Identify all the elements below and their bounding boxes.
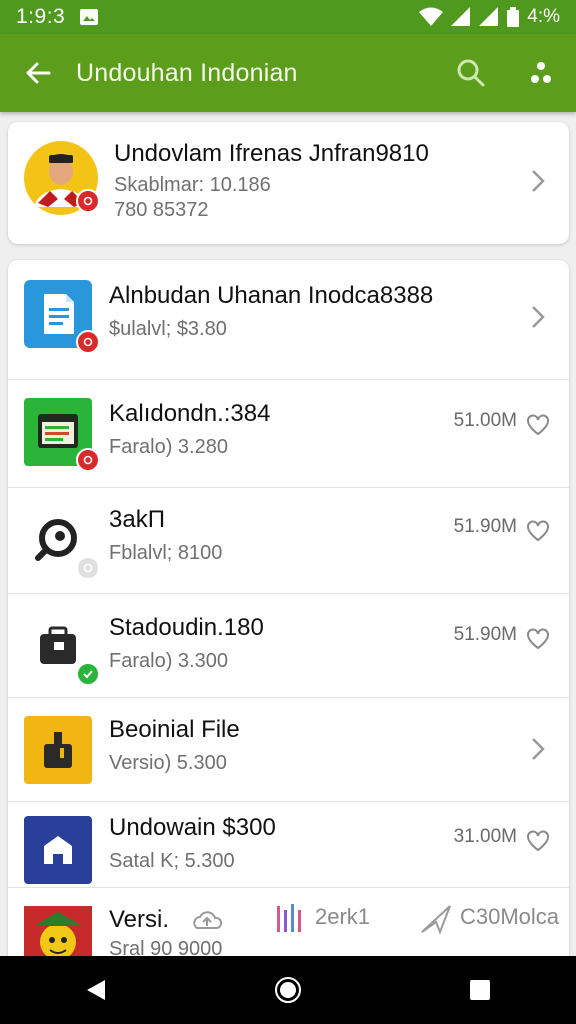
favorite-heart-icon[interactable] [525, 626, 551, 652]
item-subtitle: Faralo) 3.280 [109, 436, 228, 458]
character-app-icon [24, 906, 92, 960]
favorite-heart-icon[interactable] [525, 828, 551, 854]
list-item[interactable]: Alnbudan Uhanan Inodca8388 $ulalvl; $3.8… [8, 260, 569, 380]
nav-recents-button[interactable] [440, 956, 520, 1024]
back-button[interactable] [0, 34, 76, 112]
more-icon [531, 62, 551, 83]
bars-icon[interactable] [274, 902, 308, 936]
favorite-heart-icon[interactable] [525, 518, 551, 544]
item-title: Alnbudan Uhanan Inodca8388 [109, 282, 434, 309]
list-item[interactable]: Beoinial File Versio) 5.300 [8, 698, 569, 802]
more-options-button[interactable] [506, 34, 576, 112]
signal-icon [451, 7, 471, 27]
file-lock-app-icon [24, 716, 92, 784]
item-subtitle: Faralo) 3.300 [109, 650, 228, 672]
status-badge [76, 189, 100, 213]
item-title: Beoinial File [109, 716, 240, 743]
favorite-heart-icon[interactable] [525, 412, 551, 438]
item-size: 51.90M [453, 516, 517, 537]
system-nav-bar [0, 956, 576, 1024]
nav-back-button[interactable] [56, 956, 136, 1024]
triangle-back-icon [87, 980, 105, 1000]
item-size: 51.90M [453, 624, 517, 645]
battery-icon [507, 7, 520, 27]
item-subtitle: Satal K; 5.300 [109, 850, 235, 872]
home-app-icon [24, 816, 92, 884]
profile-title: Undovlam Ifrenas Jnfran9810 [114, 140, 429, 167]
nav-home-button[interactable] [248, 956, 328, 1024]
profile-avatar [24, 141, 100, 215]
item-title: Kalıdondn.:384 [109, 400, 271, 427]
profile-subtitle: Skablmar: 10.186 [114, 174, 271, 196]
profile-detail: 780 85372 [114, 199, 209, 221]
item-subtitle: Fblalvl; 8100 [109, 542, 223, 564]
download-list: Alnbudan Uhanan Inodca8388 $ulalvl; $3.8… [8, 260, 569, 960]
chevron-right-icon [525, 168, 551, 194]
list-item-partial[interactable]: Versi. Sral 90 9000 2erk1 C30Molca [8, 888, 569, 960]
chevron-right-icon [525, 304, 551, 330]
battery-level: 4:% [527, 6, 560, 27]
item-size: 31.00M [453, 826, 517, 847]
notes-app-icon [24, 398, 100, 472]
check-badge [76, 662, 100, 686]
list-item[interactable]: Kalıdondn.:384 Faralo) 3.280 51.00M [8, 380, 569, 488]
item-subtitle: Versio) 5.300 [109, 752, 227, 774]
signal-icon-2 [479, 7, 499, 27]
list-item[interactable]: Undowain $300 Satal K; 5.300 31.00M [8, 802, 569, 888]
gallery-notification-icon [79, 8, 99, 26]
item-title: Stadoudin.180 [109, 614, 264, 641]
list-item[interactable]: 3akΠ Fblalvl; 8100 51.90M [8, 488, 569, 594]
error-badge [76, 330, 100, 354]
wifi-icon [419, 7, 444, 27]
search-app-icon [24, 506, 100, 580]
search-button[interactable] [436, 34, 506, 112]
chevron-right-icon [525, 736, 551, 762]
arrow-left-icon [26, 62, 51, 84]
briefcase-app-icon [24, 612, 100, 686]
send-icon[interactable] [420, 904, 452, 935]
page-title: Undouhan Indonian [76, 58, 298, 87]
status-time: 1:9:3 [16, 5, 66, 28]
app-bar: Undouhan Indonian [0, 34, 576, 112]
item-title: 3akΠ [109, 506, 166, 533]
search-icon [457, 59, 485, 87]
error-badge [76, 448, 100, 472]
circle-home-icon [275, 977, 301, 1003]
square-recents-icon [470, 980, 490, 1000]
item-title: Undowain $300 [109, 814, 276, 841]
list-item[interactable]: Stadoudin.180 Faralo) 3.300 51.90M [8, 594, 569, 698]
tab-label[interactable]: 2erk1 [315, 904, 370, 930]
tab-label[interactable]: C30Molca [460, 904, 559, 930]
status-bar: 1:9:3 4:% [0, 0, 576, 34]
cloud-upload-icon[interactable] [192, 904, 223, 934]
document-app-icon [24, 280, 100, 354]
profile-card[interactable]: Undovlam Ifrenas Jnfran9810 Skablmar: 10… [8, 122, 569, 244]
pending-badge [76, 556, 100, 580]
item-size: 51.00M [453, 410, 517, 431]
item-subtitle: $ulalvl; $3.80 [109, 318, 227, 340]
